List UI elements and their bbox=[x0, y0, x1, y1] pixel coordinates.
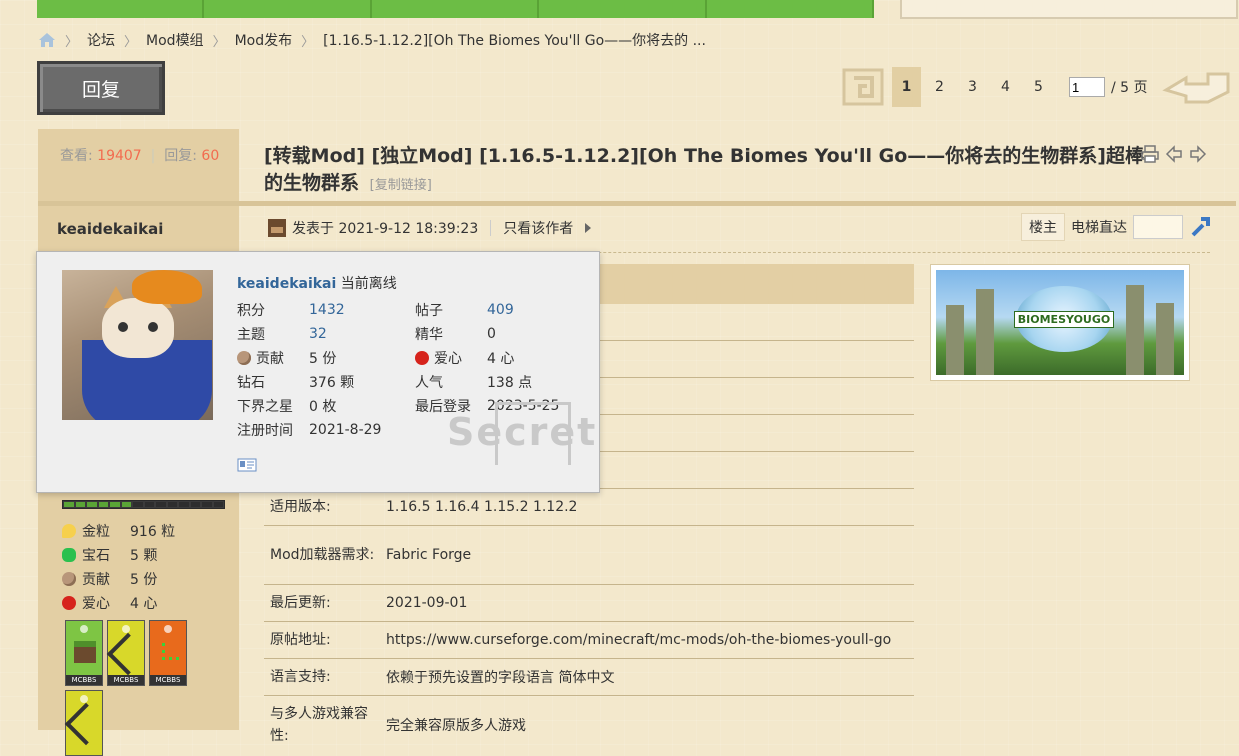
header-divider bbox=[38, 201, 1236, 206]
views-count: 19407 bbox=[97, 148, 142, 164]
author-mini-avatar-icon bbox=[268, 219, 286, 237]
breadcrumb-item-forum[interactable]: 论坛 bbox=[87, 30, 115, 50]
user-card-popup: keaidekaikai 当前离线 积分 1432 帖子 409 主题 32 精… bbox=[36, 251, 600, 493]
table-row: 适用版本: 1.16.5 1.16.4 1.15.2 1.12.2 bbox=[264, 489, 914, 526]
info-value: 1.16.5 1.16.4 1.15.2 1.12.2 bbox=[386, 499, 578, 515]
info-key: 适用版本: bbox=[270, 499, 331, 515]
breadcrumb-separator: 〉 bbox=[65, 34, 79, 50]
secret-watermark: Secret bbox=[447, 410, 598, 454]
breadcrumb-item-mod-release[interactable]: Mod发布 bbox=[235, 30, 293, 50]
replies-label: 回复: bbox=[164, 148, 197, 164]
info-value: 依赖于预先设置的字段语言 简体中文 bbox=[386, 670, 615, 686]
info-key: Mod加载器需求: bbox=[270, 547, 375, 563]
popup-username-line: keaidekaikai 当前离线 bbox=[237, 273, 397, 293]
cookie-icon bbox=[237, 350, 251, 365]
elevator-label: 电梯直达 bbox=[1071, 220, 1127, 236]
medal-grass-block-icon[interactable]: MCBBS bbox=[65, 620, 103, 686]
medal-pickaxe-gold-icon[interactable] bbox=[64, 690, 108, 756]
title-actions bbox=[1141, 145, 1207, 163]
mod-cover-image[interactable]: BIOMESYOUGO bbox=[930, 264, 1190, 381]
thread-title: [转载Mod] [独立Mod] [1.16.5-1.12.2][Oh The B… bbox=[264, 143, 1144, 199]
apple-icon bbox=[415, 350, 429, 365]
medal-pickaxe-icon[interactable]: MCBBS bbox=[106, 620, 150, 686]
author-name[interactable]: keaidekaikai bbox=[57, 220, 163, 238]
cover-logo-text: BIOMESYOUGO bbox=[1013, 310, 1115, 328]
popup-username[interactable]: keaidekaikai bbox=[237, 276, 336, 292]
table-row: Mod加载器需求: Fabric Forge bbox=[264, 526, 914, 585]
page-4-link[interactable]: 4 bbox=[991, 67, 1020, 107]
medal-list: MCBBS MCBBS MCBBS bbox=[64, 620, 201, 756]
next-thread-icon[interactable] bbox=[1189, 145, 1207, 163]
views-label: 查看: bbox=[60, 148, 93, 164]
only-author-link[interactable]: 只看该作者 bbox=[503, 218, 573, 238]
info-key: 语言支持: bbox=[270, 669, 331, 685]
page-3-link[interactable]: 3 bbox=[958, 67, 987, 107]
page-2-link[interactable]: 2 bbox=[925, 67, 954, 107]
breadcrumb-separator: 〉 bbox=[301, 34, 315, 50]
copy-link-button[interactable]: [复制链接] bbox=[370, 178, 432, 193]
pagination: 1 2 3 4 5 / 5 页 bbox=[840, 66, 1232, 108]
info-key: 最后更新: bbox=[270, 595, 331, 611]
table-row: 语言支持: 依赖于预先设置的字段语言 简体中文 bbox=[264, 659, 914, 696]
gold-nugget-icon bbox=[62, 524, 76, 538]
points-value[interactable]: 1432 bbox=[309, 300, 415, 319]
stat-gold-nuggets: 金粒 916 粒 bbox=[62, 519, 225, 543]
next-page-arrow-icon[interactable] bbox=[1161, 66, 1232, 108]
page-total: / 5 页 bbox=[1111, 80, 1148, 96]
top-right-panel bbox=[900, 0, 1238, 19]
breadcrumb-item-current[interactable]: [1.16.5-1.12.2][Oh The Biomes You'll Go—… bbox=[323, 30, 706, 50]
popup-status: 当前离线 bbox=[340, 276, 397, 292]
info-key: 原帖地址: bbox=[270, 632, 331, 648]
info-value: 完全兼容原版多人游戏 bbox=[386, 718, 526, 734]
vcard-icon[interactable] bbox=[237, 458, 257, 472]
table-row: 原帖地址: https://www.curseforge.com/minecra… bbox=[264, 622, 914, 659]
posts-value[interactable]: 409 bbox=[487, 300, 567, 319]
stat-love: 爱心 4 心 bbox=[62, 591, 225, 615]
post-date: 发表于 2021-9-12 18:39:23 bbox=[292, 221, 479, 237]
top-navigation-bar[interactable] bbox=[37, 0, 875, 18]
medal-seeds-icon[interactable]: MCBBS bbox=[149, 620, 187, 686]
caret-right-icon bbox=[585, 223, 592, 233]
level-progress-bar bbox=[62, 500, 225, 509]
page-1-current[interactable]: 1 bbox=[892, 67, 921, 107]
author-stats: 金粒 916 粒 宝石 5 颗 贡献 5 份 爱心 4 心 bbox=[62, 500, 225, 615]
user-avatar[interactable] bbox=[62, 270, 213, 420]
back-arrow-icon[interactable] bbox=[840, 66, 886, 108]
info-value: Fabric Forge bbox=[386, 547, 472, 563]
print-icon[interactable] bbox=[1141, 145, 1159, 163]
floor-jump-icon[interactable] bbox=[1189, 216, 1211, 238]
floor-jump-input[interactable] bbox=[1133, 215, 1183, 239]
previous-thread-icon[interactable] bbox=[1165, 145, 1183, 163]
info-key: 与多人游戏兼容性: bbox=[270, 706, 368, 744]
thread-stats: 查看: 19407 | 回复: 60 bbox=[60, 148, 220, 164]
breadcrumb-separator: 〉 bbox=[212, 34, 226, 50]
floor-label: 楼主 bbox=[1021, 213, 1065, 241]
page-5-link[interactable]: 5 bbox=[1024, 67, 1053, 107]
digest-value: 0 bbox=[487, 325, 496, 342]
post-meta: 发表于 2021-9-12 18:39:23 只看该作者 bbox=[268, 218, 592, 238]
reply-button[interactable]: 回复 bbox=[37, 61, 165, 115]
home-icon[interactable] bbox=[38, 32, 56, 48]
cookie-icon bbox=[62, 572, 76, 586]
stat-gems: 宝石 5 颗 bbox=[62, 543, 225, 567]
apple-icon bbox=[62, 596, 76, 610]
breadcrumb-item-mods[interactable]: Mod模组 bbox=[146, 30, 204, 50]
stat-contribution: 贡献 5 份 bbox=[62, 567, 225, 591]
page-number-input[interactable] bbox=[1069, 77, 1105, 97]
biomes-logo: BIOMESYOUGO bbox=[1013, 286, 1115, 352]
threads-value[interactable]: 32 bbox=[309, 324, 415, 343]
info-value: 2021-09-01 bbox=[386, 595, 468, 611]
info-value[interactable]: https://www.curseforge.com/minecraft/mc-… bbox=[386, 632, 914, 648]
breadcrumb-separator: 〉 bbox=[124, 34, 138, 50]
emerald-icon bbox=[62, 548, 76, 562]
replies-count: 60 bbox=[201, 148, 220, 164]
breadcrumb: 〉 论坛 〉 Mod模组 〉 Mod发布 〉 [1.16.5-1.12.2][O… bbox=[38, 30, 706, 50]
meta-separator bbox=[490, 220, 492, 236]
floor-bar: 楼主 电梯直达 bbox=[1021, 213, 1211, 241]
table-row: 最后更新: 2021-09-01 bbox=[264, 585, 914, 622]
table-row: 与多人游戏兼容性: 完全兼容原版多人游戏 bbox=[264, 696, 914, 754]
